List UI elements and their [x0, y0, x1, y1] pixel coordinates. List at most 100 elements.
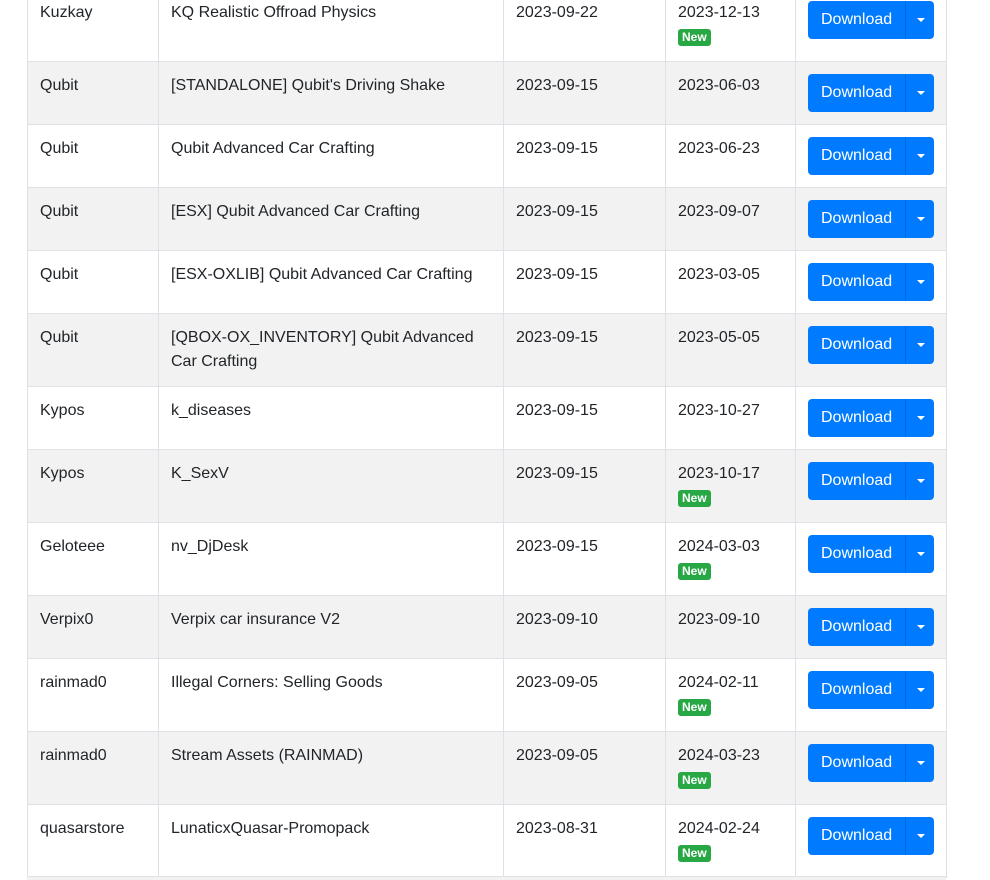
- updated-date: 2023-10-17: [678, 465, 760, 482]
- caret-down-icon: [917, 552, 926, 556]
- actions-cell: Download: [795, 61, 947, 125]
- table-row: Kypos K_SexV 2023-09-15 2023-10-17 New Downlo…: [27, 449, 947, 523]
- actions-cell: Download: [795, 658, 947, 732]
- caret-down-icon: [917, 479, 926, 483]
- release-date-cell: 2023-09-05: [503, 731, 666, 805]
- updated-date: 2023-03-05: [678, 266, 760, 283]
- download-button[interactable]: Download: [808, 263, 906, 301]
- resource-name-cell: K_SexV: [158, 449, 504, 523]
- updated-date-cell: 2024-03-03 New: [665, 522, 796, 596]
- download-button-group: Download: [808, 326, 935, 364]
- download-button[interactable]: Download: [808, 326, 906, 364]
- table-row: quasarstore LunaticxQuasar-Promopack 2023-…: [27, 804, 947, 878]
- download-button[interactable]: Download: [808, 535, 906, 573]
- resource-name-cell: KQ Realistic Offroad Physics: [158, 0, 504, 62]
- caret-down-icon: [917, 834, 926, 838]
- updated-date-cell: 2023-12-13 New: [665, 0, 796, 62]
- actions-cell: Download: [795, 449, 947, 523]
- caret-down-icon: [917, 761, 926, 765]
- table-row: Geloteee nv_DjDesk 2023-09-15 2024-03-03 New…: [27, 522, 947, 596]
- actions-cell: Download: [795, 804, 947, 878]
- download-dropdown-toggle[interactable]: [905, 399, 935, 437]
- updated-date-cell: 2024-03-23 New: [665, 731, 796, 805]
- updated-date: 2023-09-10: [678, 611, 760, 628]
- updated-date: 2023-10-27: [678, 402, 760, 419]
- caret-down-icon: [917, 416, 926, 420]
- table-row: rainmad0 Illegal Corners: Selling Goods 20…: [27, 658, 947, 732]
- resource-name-cell: Stream Assets (RAINMAD): [158, 731, 504, 805]
- release-date-cell: 2023-09-15: [503, 386, 666, 450]
- download-button[interactable]: Download: [808, 137, 906, 175]
- download-dropdown-toggle[interactable]: [905, 200, 935, 238]
- download-button-group: Download: [808, 137, 935, 175]
- updated-date-cell: 2024-02-11 New: [665, 658, 796, 732]
- download-button[interactable]: Download: [808, 74, 906, 112]
- author-cell: Kuzkay: [27, 0, 159, 62]
- download-dropdown-toggle[interactable]: [905, 74, 935, 112]
- actions-cell: Download: [795, 313, 947, 387]
- resource-name-cell: [STANDALONE] Qubit's Driving Shake: [158, 61, 504, 125]
- caret-down-icon: [917, 217, 926, 221]
- resource-name-cell: Illegal Corners: Selling Goods: [158, 658, 504, 732]
- download-dropdown-toggle[interactable]: [905, 263, 935, 301]
- caret-down-icon: [917, 280, 926, 284]
- download-dropdown-toggle[interactable]: [905, 608, 935, 646]
- new-badge: New: [678, 563, 711, 580]
- download-button[interactable]: Download: [808, 399, 906, 437]
- download-button[interactable]: Download: [808, 671, 906, 709]
- download-dropdown-toggle[interactable]: [905, 817, 935, 855]
- download-button[interactable]: Download: [808, 200, 906, 238]
- caret-down-icon: [917, 18, 926, 22]
- updated-date: 2023-06-23: [678, 140, 760, 157]
- author-cell: Kypos: [27, 386, 159, 450]
- download-button[interactable]: Download: [808, 744, 906, 782]
- download-button-group: Download: [808, 817, 935, 855]
- download-dropdown-toggle[interactable]: [905, 744, 935, 782]
- table-row: Qubit [STANDALONE] Qubit's Driving Shake 2…: [27, 61, 947, 125]
- download-button-group: Download: [808, 399, 935, 437]
- table-row: Kypos k_diseases 2023-09-15 2023-10-27 Downl…: [27, 386, 947, 450]
- download-dropdown-toggle[interactable]: [905, 137, 935, 175]
- author-cell: Qubit: [27, 250, 159, 314]
- resource-name-cell: k_diseases: [158, 386, 504, 450]
- download-button[interactable]: Download: [808, 462, 906, 500]
- caret-down-icon: [917, 154, 926, 158]
- download-button[interactable]: Download: [808, 1, 906, 39]
- updated-date: 2023-09-07: [678, 203, 760, 220]
- download-button[interactable]: Download: [808, 608, 906, 646]
- actions-cell: Download: [795, 0, 947, 62]
- resources-table: Kuzkay KQ Realistic Offroad Physics 2023-0…: [27, 0, 947, 878]
- download-dropdown-toggle[interactable]: [905, 1, 935, 39]
- updated-date-cell: 2023-05-05: [665, 313, 796, 387]
- actions-cell: Download: [795, 386, 947, 450]
- actions-cell: Download: [795, 522, 947, 596]
- download-dropdown-toggle[interactable]: [905, 535, 935, 573]
- table-row: Kuzkay KQ Realistic Offroad Physics 2023-0…: [27, 0, 947, 62]
- new-badge: New: [678, 699, 711, 716]
- caret-down-icon: [917, 625, 926, 629]
- updated-date: 2023-06-03: [678, 77, 760, 94]
- author-cell: Geloteee: [27, 522, 159, 596]
- actions-cell: Download: [795, 250, 947, 314]
- release-date-cell: 2023-09-15: [503, 250, 666, 314]
- author-cell: Qubit: [27, 124, 159, 188]
- download-dropdown-toggle[interactable]: [905, 462, 935, 500]
- download-button-group: Download: [808, 671, 935, 709]
- new-badge: New: [678, 490, 711, 507]
- download-button[interactable]: Download: [808, 817, 906, 855]
- author-cell: Qubit: [27, 313, 159, 387]
- download-dropdown-toggle[interactable]: [905, 671, 935, 709]
- new-badge: New: [678, 29, 711, 46]
- updated-date-cell: 2023-09-10: [665, 595, 796, 659]
- caret-down-icon: [917, 91, 926, 95]
- actions-cell: Download: [795, 731, 947, 805]
- download-dropdown-toggle[interactable]: [905, 326, 935, 364]
- download-button-group: Download: [808, 74, 935, 112]
- release-date-cell: 2023-09-15: [503, 449, 666, 523]
- updated-date: 2024-02-24: [678, 820, 760, 837]
- updated-date-cell: 2024-02-24 New: [665, 804, 796, 878]
- download-button-group: Download: [808, 200, 935, 238]
- resources-table-container: Kuzkay KQ Realistic Offroad Physics 2023-0…: [27, 0, 947, 878]
- download-button-group: Download: [808, 608, 935, 646]
- updated-date: 2023-12-13: [678, 4, 760, 21]
